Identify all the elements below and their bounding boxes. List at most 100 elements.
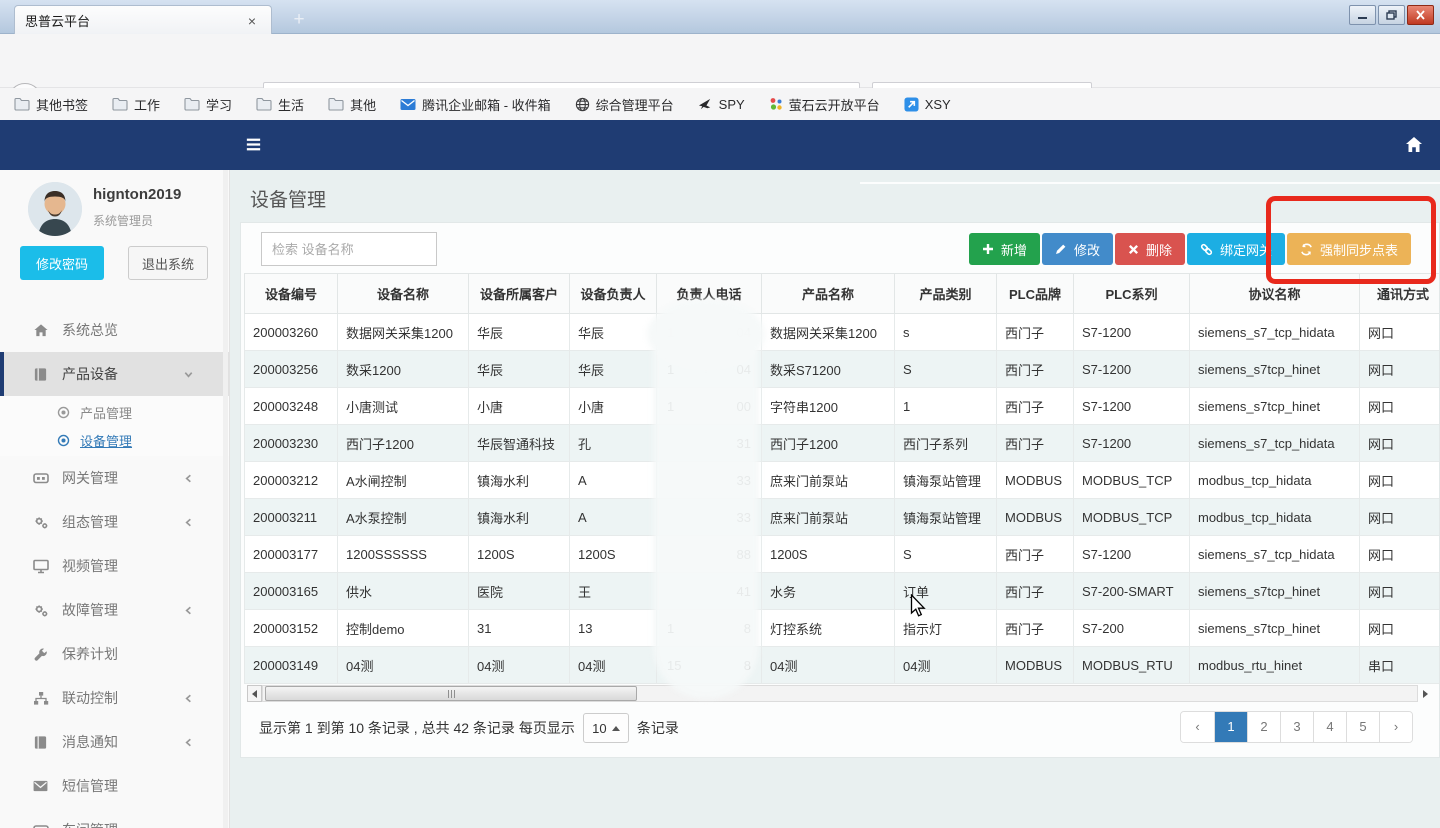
sidebar-item-车间管理[interactable]: 车间管理 [0, 808, 230, 828]
horizontal-scrollbar[interactable] [247, 685, 1433, 702]
cell: 灯控系统 [762, 610, 895, 647]
table-row[interactable]: 200003211A水泵控制镇海水利A33庶来门前泵站镇海泵站管理MODBUSM… [245, 499, 1440, 536]
action-button-修改[interactable]: 修改 [1042, 233, 1113, 265]
action-button-label: 删除 [1146, 240, 1172, 259]
app-home-icon[interactable] [1404, 135, 1424, 155]
table-row[interactable]: 200003248小唐测试小唐小唐100字符串12001西门子S7-1200si… [245, 388, 1440, 425]
page-button-3[interactable]: 3 [1280, 712, 1313, 742]
sidebar-subitem-产品管理[interactable]: 产品管理 [0, 398, 230, 426]
action-button-删除[interactable]: 删除 [1115, 233, 1185, 265]
bookmark-item[interactable]: 腾讯企业邮箱 - 收件箱 [400, 95, 551, 114]
cell: 庶来门前泵站 [762, 499, 895, 536]
sidebar-item-网关管理[interactable]: 网关管理 [0, 456, 230, 500]
column-header: 产品名称 [762, 274, 895, 314]
table-row[interactable]: 200003256数采1200华辰华辰104数采S71200S西门子S7-120… [245, 351, 1440, 388]
sidebar-item-组态管理[interactable]: 组态管理 [0, 500, 230, 544]
table-header-row: 设备编号设备名称设备所属客户设备负责人负责人电话产品名称产品类别PLC品牌PLC… [245, 274, 1440, 314]
cell: 04测 [570, 647, 657, 684]
bookmark-item[interactable]: 萤石云开放平台 [769, 95, 880, 114]
column-header: 设备所属客户 [469, 274, 570, 314]
bookmark-item[interactable]: 学习 [184, 95, 232, 114]
chevron-left-icon [180, 473, 197, 484]
page-button-4[interactable]: 4 [1313, 712, 1346, 742]
bookmark-item[interactable]: SPY [698, 97, 745, 112]
sidebar-item-label: 车间管理 [62, 820, 118, 828]
sidebar-scrollbar[interactable] [223, 170, 228, 828]
main-content: 设备管理 新增修改删除绑定网关强制同步点表 设备编号设备名称设备所属客户设备负责… [230, 170, 1440, 828]
browser-tab[interactable]: 思普云平台 × [14, 5, 272, 35]
bookmark-item[interactable]: 其他书签 [14, 95, 88, 114]
cell: 1200S [570, 536, 657, 573]
cell: 网口 [1360, 499, 1440, 536]
tab-close-icon[interactable]: × [243, 13, 261, 29]
cell: 1 [895, 388, 997, 425]
page-button-2[interactable]: 2 [1247, 712, 1280, 742]
table-row[interactable]: 20000314904测04测04测15804测04测MODBUSMODBUS_… [245, 647, 1440, 684]
cell: 医院 [469, 573, 570, 610]
sidebar-item-短信管理[interactable]: 短信管理 [0, 764, 230, 808]
action-button-label: 新增 [1001, 240, 1027, 259]
bookmark-dots-icon [769, 97, 783, 111]
sidebar-item-产品设备[interactable]: 产品设备 [0, 352, 230, 396]
link-icon [1200, 243, 1213, 256]
table-row[interactable]: 200003212A水闸控制镇海水利A33庶来门前泵站镇海泵站管理MODBUSM… [245, 462, 1440, 499]
table-row[interactable]: 200003152控制demo311318灯控系统指示灯西门子S7-200sie… [245, 610, 1440, 647]
new-tab-button[interactable]: + [286, 8, 312, 32]
cell: siemens_s7tcp_hinet [1190, 388, 1360, 425]
bookmark-item[interactable]: 工作 [112, 95, 160, 114]
cell: S7-1200 [1074, 425, 1190, 462]
sidebar-item-消息通知[interactable]: 消息通知 [0, 720, 230, 764]
avatar[interactable] [28, 182, 82, 236]
close-button[interactable] [1407, 5, 1434, 25]
sidebar-item-故障管理[interactable]: 故障管理 [0, 588, 230, 632]
page-button-1[interactable]: 1 [1214, 712, 1247, 742]
table-row[interactable]: 200003260数据网关采集1200华辰华辰104数据网关采集1200s西门子… [245, 314, 1440, 351]
column-header: 设备负责人 [570, 274, 657, 314]
sidebar-toggle-icon[interactable] [244, 135, 263, 154]
cell: 200003256 [245, 351, 338, 388]
bookmark-label: 其他书签 [36, 95, 88, 114]
tab-title: 思普云平台 [25, 11, 243, 30]
sidebar-item-系统总览[interactable]: 系统总览 [0, 308, 230, 352]
page-size-select[interactable]: 10 [583, 713, 629, 743]
sidebar-item-联动控制[interactable]: 联动控制 [0, 676, 230, 720]
gateway-icon [32, 471, 49, 485]
page-button-‹[interactable]: ‹ [1181, 712, 1214, 742]
action-button-label: 绑定网关 [1220, 240, 1272, 259]
device-search-input[interactable] [261, 232, 437, 266]
action-button-新增[interactable]: 新增 [969, 233, 1040, 265]
bookmark-item[interactable]: 生活 [256, 95, 304, 114]
sidebar-subitem-label: 设备管理 [80, 431, 132, 450]
minimize-button[interactable] [1349, 5, 1376, 25]
page-button-›[interactable]: › [1379, 712, 1412, 742]
restore-button[interactable] [1378, 5, 1405, 25]
sidebar-item-视频管理[interactable]: 视频管理 [0, 544, 230, 588]
cell: S7-200-SMART [1074, 573, 1190, 610]
scroll-left-button[interactable] [247, 685, 262, 702]
table-row[interactable]: 200003165供水医院王41水务订单西门子S7-200-SMARTsieme… [245, 573, 1440, 610]
sidebar-subitem-设备管理[interactable]: 设备管理 [0, 426, 230, 454]
page-button-5[interactable]: 5 [1346, 712, 1379, 742]
bookmark-mail-icon [400, 98, 416, 111]
bookmark-item[interactable]: XSY [904, 97, 951, 112]
cell: 13 [570, 610, 657, 647]
scroll-right-button[interactable] [1418, 685, 1433, 702]
cell: S7-1200 [1074, 388, 1190, 425]
bookmark-folder-icon [14, 97, 30, 111]
sidebar-item-保养计划[interactable]: 保养计划 [0, 632, 230, 676]
bookmark-item[interactable]: 其他 [328, 95, 376, 114]
cell: 200003212 [245, 462, 338, 499]
sidebar-item-label: 系统总览 [62, 320, 118, 340]
cell: S7-200 [1074, 610, 1190, 647]
bookmark-label: SPY [719, 97, 745, 112]
table-row[interactable]: 2000031771200SSSSSS1200S1200S881200SS西门子… [245, 536, 1440, 573]
change-password-button[interactable]: 修改密码 [20, 246, 104, 280]
table-row[interactable]: 200003230西门子1200华辰智通科技孔31西门子1200西门子系列西门子… [245, 425, 1440, 462]
bookmark-item[interactable]: 综合管理平台 [575, 95, 674, 114]
column-header: 设备名称 [338, 274, 469, 314]
cell: 1200SSSSSS [338, 536, 469, 573]
chevron-left-icon [180, 605, 197, 616]
cell: 小唐 [469, 388, 570, 425]
logout-button[interactable]: 退出系统 [128, 246, 208, 280]
scrollbar-thumb[interactable] [265, 686, 637, 701]
